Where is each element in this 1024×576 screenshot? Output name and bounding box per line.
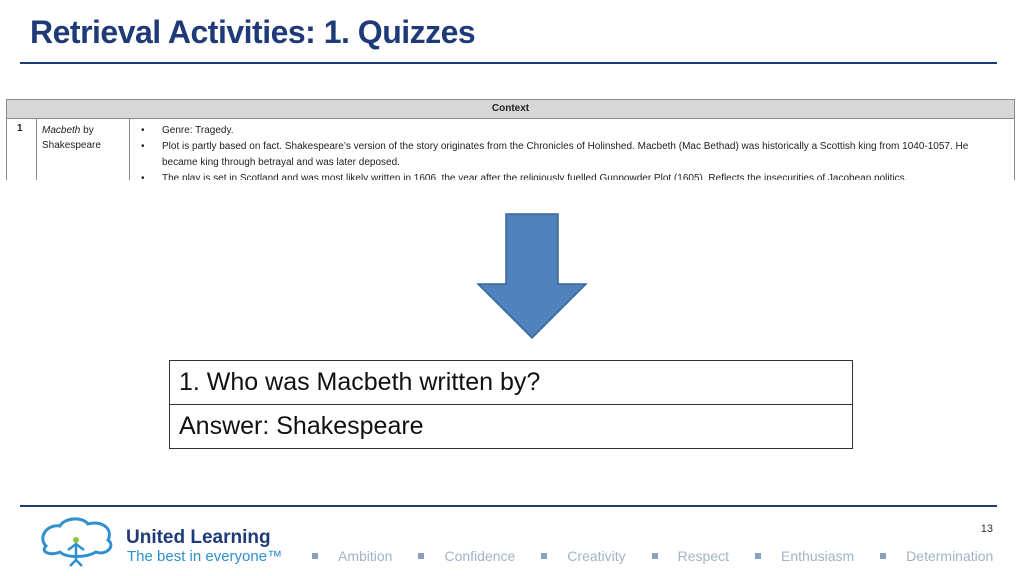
column-divider — [36, 119, 37, 180]
value-item: Creativity — [541, 548, 626, 564]
context-bullet: Genre: Tragedy. — [137, 123, 994, 139]
row-title: Macbeth by Shakespeare — [42, 123, 128, 153]
down-arrow-icon — [476, 213, 588, 340]
square-bullet-icon — [880, 553, 887, 559]
square-bullet-icon — [651, 553, 658, 559]
context-bullet: The play is set in Scotland and was most… — [137, 171, 994, 180]
brand-name: United Learning — [126, 527, 271, 548]
row-title-italic: Macbeth — [42, 125, 81, 136]
slide-title: Retrieval Activities: 1. Quizzes — [30, 14, 476, 50]
tree-logo-icon — [41, 517, 113, 567]
value-item: Respect — [651, 548, 730, 564]
quiz-table: 1. Who was Macbeth written by? Answer: S… — [169, 360, 853, 449]
context-table-image: Context 1 Macbeth by Shakespeare Genre: … — [6, 99, 1015, 180]
values-bar: Ambition Confidence Creativity Respect E… — [312, 548, 993, 564]
value-item: Confidence — [418, 548, 515, 564]
square-bullet-icon — [418, 553, 425, 559]
quiz-question: 1. Who was Macbeth written by? — [179, 368, 541, 396]
row-number: 1 — [17, 123, 23, 134]
square-bullet-icon — [312, 553, 318, 559]
footer-divider — [20, 505, 997, 507]
context-table-row: 1 Macbeth by Shakespeare Genre: Tragedy.… — [7, 119, 1014, 180]
page-number: 13 — [980, 523, 993, 535]
column-divider — [129, 119, 130, 180]
value-label: Creativity — [567, 548, 626, 564]
value-label: Determination — [906, 548, 994, 564]
quiz-answer: Answer: Shakespeare — [170, 404, 852, 448]
value-label: Confidence — [444, 548, 516, 564]
square-bullet-icon — [755, 553, 762, 559]
value-item: Ambition — [312, 548, 392, 564]
context-bullets: Genre: Tragedy. Plot is partly based on … — [137, 123, 994, 180]
value-item: Determination — [880, 548, 993, 564]
context-table-header: Context — [7, 99, 1014, 119]
value-label: Respect — [677, 548, 730, 564]
square-bullet-icon — [541, 553, 548, 559]
value-label: Ambition — [338, 548, 393, 564]
brand-tagline: The best in everyone™ — [127, 548, 283, 565]
value-label: Enthusiasm — [781, 548, 855, 564]
title-divider — [20, 62, 997, 64]
context-bullet: Plot is partly based on fact. Shakespear… — [137, 139, 994, 171]
value-item: Enthusiasm — [755, 548, 854, 564]
